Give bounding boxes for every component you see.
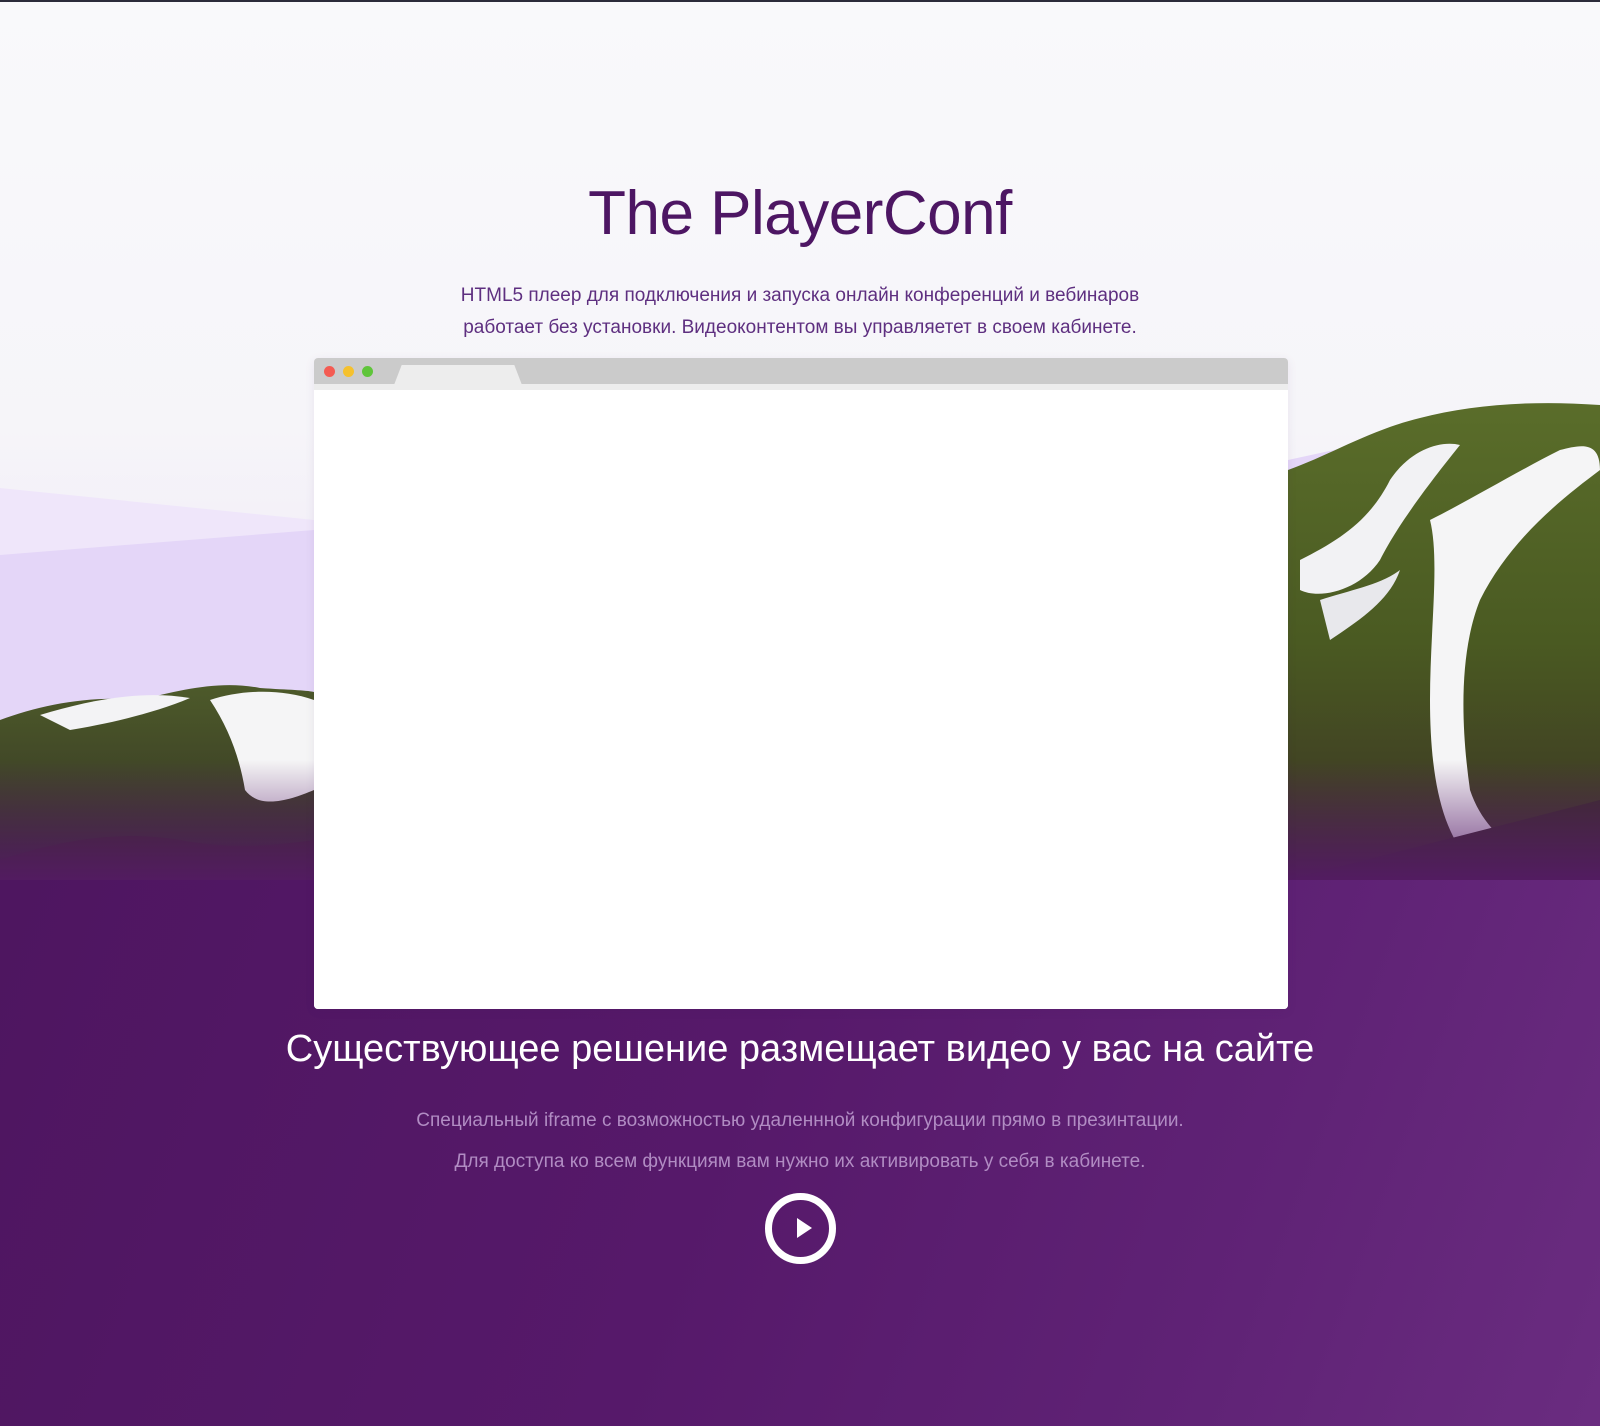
page: The PlayerConf HTML5 плеер для подключен… bbox=[0, 0, 1600, 1426]
play-circle-icon bbox=[797, 1218, 812, 1238]
hero-subtitle-line-1: HTML5 плеер для подключения и запуска он… bbox=[460, 285, 1140, 306]
section-description-line-2: Для доступа ко всем функциям вам нужно и… bbox=[454, 1151, 1146, 1172]
section-description-line-1: Специальный iframe с возможностью удален… bbox=[416, 1110, 1184, 1131]
play-button[interactable] bbox=[765, 1193, 836, 1264]
top-border bbox=[0, 0, 1600, 2]
hero-subtitle-line-2: работает без установки. Видеоконтентом в… bbox=[463, 317, 1137, 338]
browser-mockup bbox=[314, 358, 1288, 1009]
close-dot-icon[interactable] bbox=[324, 366, 335, 377]
section-description: Специальный iframe с возможностью удален… bbox=[0, 1100, 1600, 1182]
maximize-dot-icon[interactable] bbox=[362, 366, 373, 377]
video-player-area[interactable] bbox=[314, 390, 1288, 1009]
section-heading: Существующее решение размещает видео у в… bbox=[285, 1028, 1315, 1070]
browser-tab[interactable] bbox=[394, 365, 522, 385]
page-title: The PlayerConf bbox=[588, 179, 1012, 248]
hero-subtitle: HTML5 плеер для подключения и запуска он… bbox=[0, 280, 1600, 344]
browser-titlebar bbox=[314, 358, 1288, 385]
minimize-dot-icon[interactable] bbox=[343, 366, 354, 377]
